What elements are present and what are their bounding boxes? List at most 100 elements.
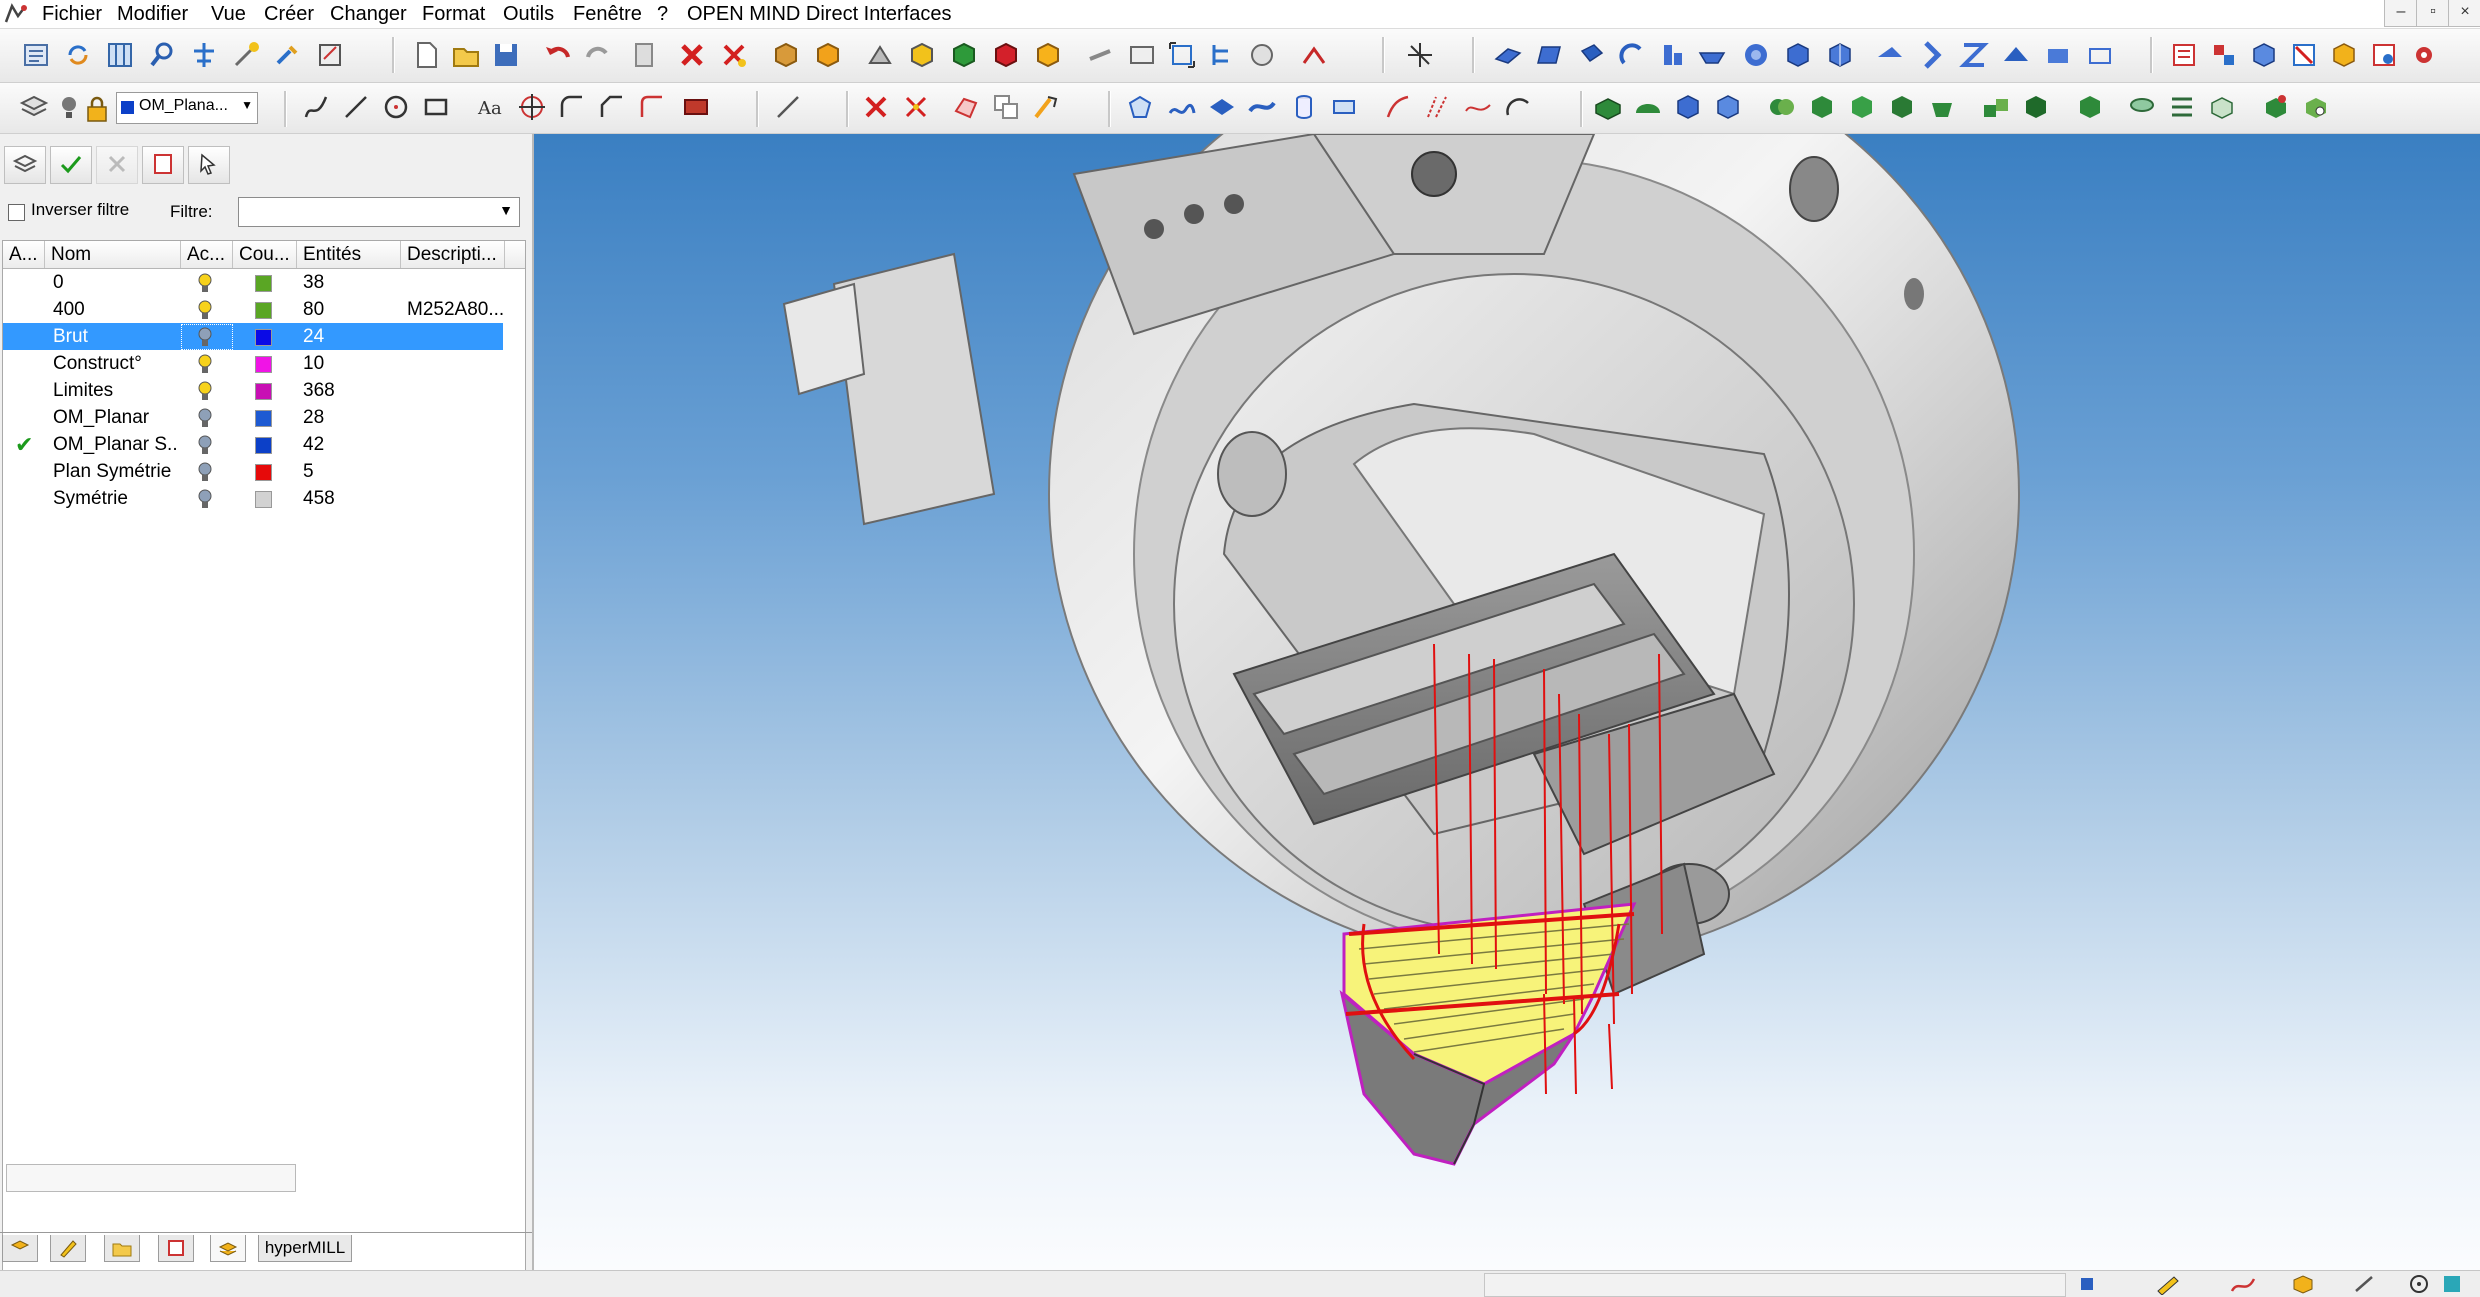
table-row[interactable]: Construct° 10 — [3, 350, 503, 377]
3d-viewport[interactable] — [534, 134, 2480, 1270]
axis-icon[interactable] — [1404, 39, 1436, 71]
layer-color-swatch[interactable] — [255, 383, 272, 400]
view-front-icon[interactable] — [1534, 39, 1566, 71]
solid-box-icon[interactable] — [770, 39, 802, 71]
layer-color-swatch[interactable] — [255, 464, 272, 481]
menu-help[interactable]: ? — [657, 2, 668, 26]
solid-check-icon[interactable] — [2074, 91, 2106, 123]
hatch-icon[interactable] — [680, 91, 712, 123]
solid-shell-icon[interactable] — [1926, 91, 1958, 123]
undo-icon[interactable] — [542, 39, 574, 71]
sheet-cylinder-icon[interactable] — [2126, 91, 2158, 123]
layer-filter-button[interactable] — [188, 146, 230, 184]
surface-wave-icon[interactable] — [1166, 91, 1198, 123]
layer-color-swatch[interactable] — [255, 356, 272, 373]
table-row[interactable]: OM_Planar 28 — [3, 404, 503, 431]
table-row[interactable]: Brut 24 — [3, 323, 503, 350]
shaded-box-icon[interactable] — [906, 39, 938, 71]
table-row[interactable]: Limites 368 — [3, 377, 503, 404]
view-shaded-icon[interactable] — [2042, 39, 2074, 71]
sync-icon[interactable] — [62, 39, 94, 71]
menu-format[interactable]: Format — [422, 2, 485, 26]
solid-extrude-icon[interactable] — [1592, 91, 1624, 123]
sheet-box-icon[interactable] — [2206, 91, 2238, 123]
delete-layer-button[interactable] — [96, 146, 138, 184]
column-header-name[interactable]: Nom — [45, 241, 181, 268]
layer-properties-button[interactable] — [142, 146, 184, 184]
snap-pencil-icon[interactable] — [2154, 1273, 2190, 1295]
view-side-icon[interactable] — [1576, 39, 1608, 71]
magic-wand-icon[interactable] — [230, 39, 262, 71]
select-tree-icon[interactable] — [188, 39, 220, 71]
column-header-color[interactable]: Cou... — [233, 241, 297, 268]
active-layer-check-icon[interactable]: ✔ — [15, 431, 33, 458]
fit-view-icon[interactable] — [1166, 39, 1198, 71]
layer-color-swatch[interactable] — [255, 491, 272, 508]
sketch-icon[interactable] — [1298, 39, 1330, 71]
green-solid-icon[interactable] — [948, 39, 980, 71]
boolean-intersect-icon[interactable] — [1846, 91, 1878, 123]
delete-selection-icon[interactable] — [718, 39, 750, 71]
spline-icon[interactable] — [1382, 91, 1414, 123]
fillet-icon[interactable] — [556, 91, 588, 123]
trim-icon[interactable] — [636, 91, 668, 123]
tab-layer-stack[interactable] — [210, 1235, 246, 1262]
snap-target-icon[interactable] — [2406, 1273, 2432, 1295]
solid-revolve-icon[interactable] — [1632, 91, 1664, 123]
tools-icon[interactable] — [272, 39, 304, 71]
lightbulb-off-icon[interactable] — [197, 434, 213, 456]
solid-tools-icon[interactable] — [2260, 91, 2292, 123]
explode-icon[interactable] — [950, 91, 982, 123]
layer-color-swatch[interactable] — [255, 410, 272, 427]
menu-changer[interactable]: Changer — [330, 2, 407, 26]
close-button[interactable]: × — [2448, 0, 2480, 27]
solid-split-icon[interactable] — [1980, 91, 2012, 123]
view-perspective-icon[interactable] — [2000, 39, 2032, 71]
group-icon[interactable] — [990, 91, 1022, 123]
lightbulb-on-icon[interactable] — [197, 353, 213, 375]
view-sphere-icon[interactable] — [1740, 39, 1772, 71]
window-layout-icon[interactable] — [104, 39, 136, 71]
menu-modifier[interactable]: Modifier — [117, 2, 188, 26]
boolean-union-icon[interactable] — [1766, 91, 1798, 123]
save-icon[interactable] — [490, 39, 522, 71]
column-header-visible[interactable]: Ac... — [181, 241, 233, 268]
cylinder-cut-icon[interactable] — [1328, 91, 1360, 123]
table-row[interactable]: Plan Symétrie 5 — [3, 458, 503, 485]
solid-cube-icon[interactable] — [1672, 91, 1704, 123]
line-tool-icon[interactable] — [772, 91, 804, 123]
activate-layer-button[interactable] — [50, 146, 92, 184]
layer-stack-icon[interactable] — [18, 91, 50, 123]
invert-filter-checkbox[interactable] — [8, 204, 25, 221]
layer-box-icon[interactable] — [2328, 39, 2360, 71]
project-curve-icon[interactable] — [1462, 91, 1494, 123]
lightbulb-off-icon[interactable] — [197, 326, 213, 348]
menu-fenetre[interactable]: Fenêtre — [573, 2, 642, 26]
tab-hypermill[interactable]: hyperMILL — [258, 1235, 352, 1262]
column-header-description[interactable]: Descripti... — [401, 241, 505, 268]
layer-color-swatch[interactable] — [255, 302, 272, 319]
line-icon[interactable] — [340, 91, 372, 123]
clipboard-icon[interactable] — [628, 39, 660, 71]
view-cube-icon[interactable] — [1782, 39, 1814, 71]
properties-icon[interactable] — [2168, 39, 2200, 71]
curve-icon[interactable] — [300, 91, 332, 123]
lightbulb-on-icon[interactable] — [197, 380, 213, 402]
link-icon[interactable] — [1084, 39, 1116, 71]
surface-extrude-icon[interactable] — [1206, 91, 1238, 123]
solid-gear-icon[interactable] — [2300, 91, 2332, 123]
lightbulb-on-icon[interactable] — [197, 299, 213, 321]
text-icon[interactable]: Aa — [474, 91, 506, 123]
layer-color-swatch[interactable] — [255, 329, 272, 346]
delete-curves-icon[interactable] — [860, 91, 892, 123]
new-layer-button[interactable] — [4, 146, 46, 184]
chamfer-icon[interactable] — [596, 91, 628, 123]
tab-layers[interactable] — [2, 1235, 38, 1262]
layer-manager-icon[interactable] — [2368, 39, 2400, 71]
window-icon[interactable] — [1126, 39, 1158, 71]
offset-curve-icon[interactable] — [1422, 91, 1454, 123]
cube-props-icon[interactable] — [2248, 39, 2280, 71]
view-cube-back-icon[interactable] — [1824, 39, 1856, 71]
boolean-subtract-icon[interactable] — [1806, 91, 1838, 123]
circle-icon[interactable] — [380, 91, 412, 123]
